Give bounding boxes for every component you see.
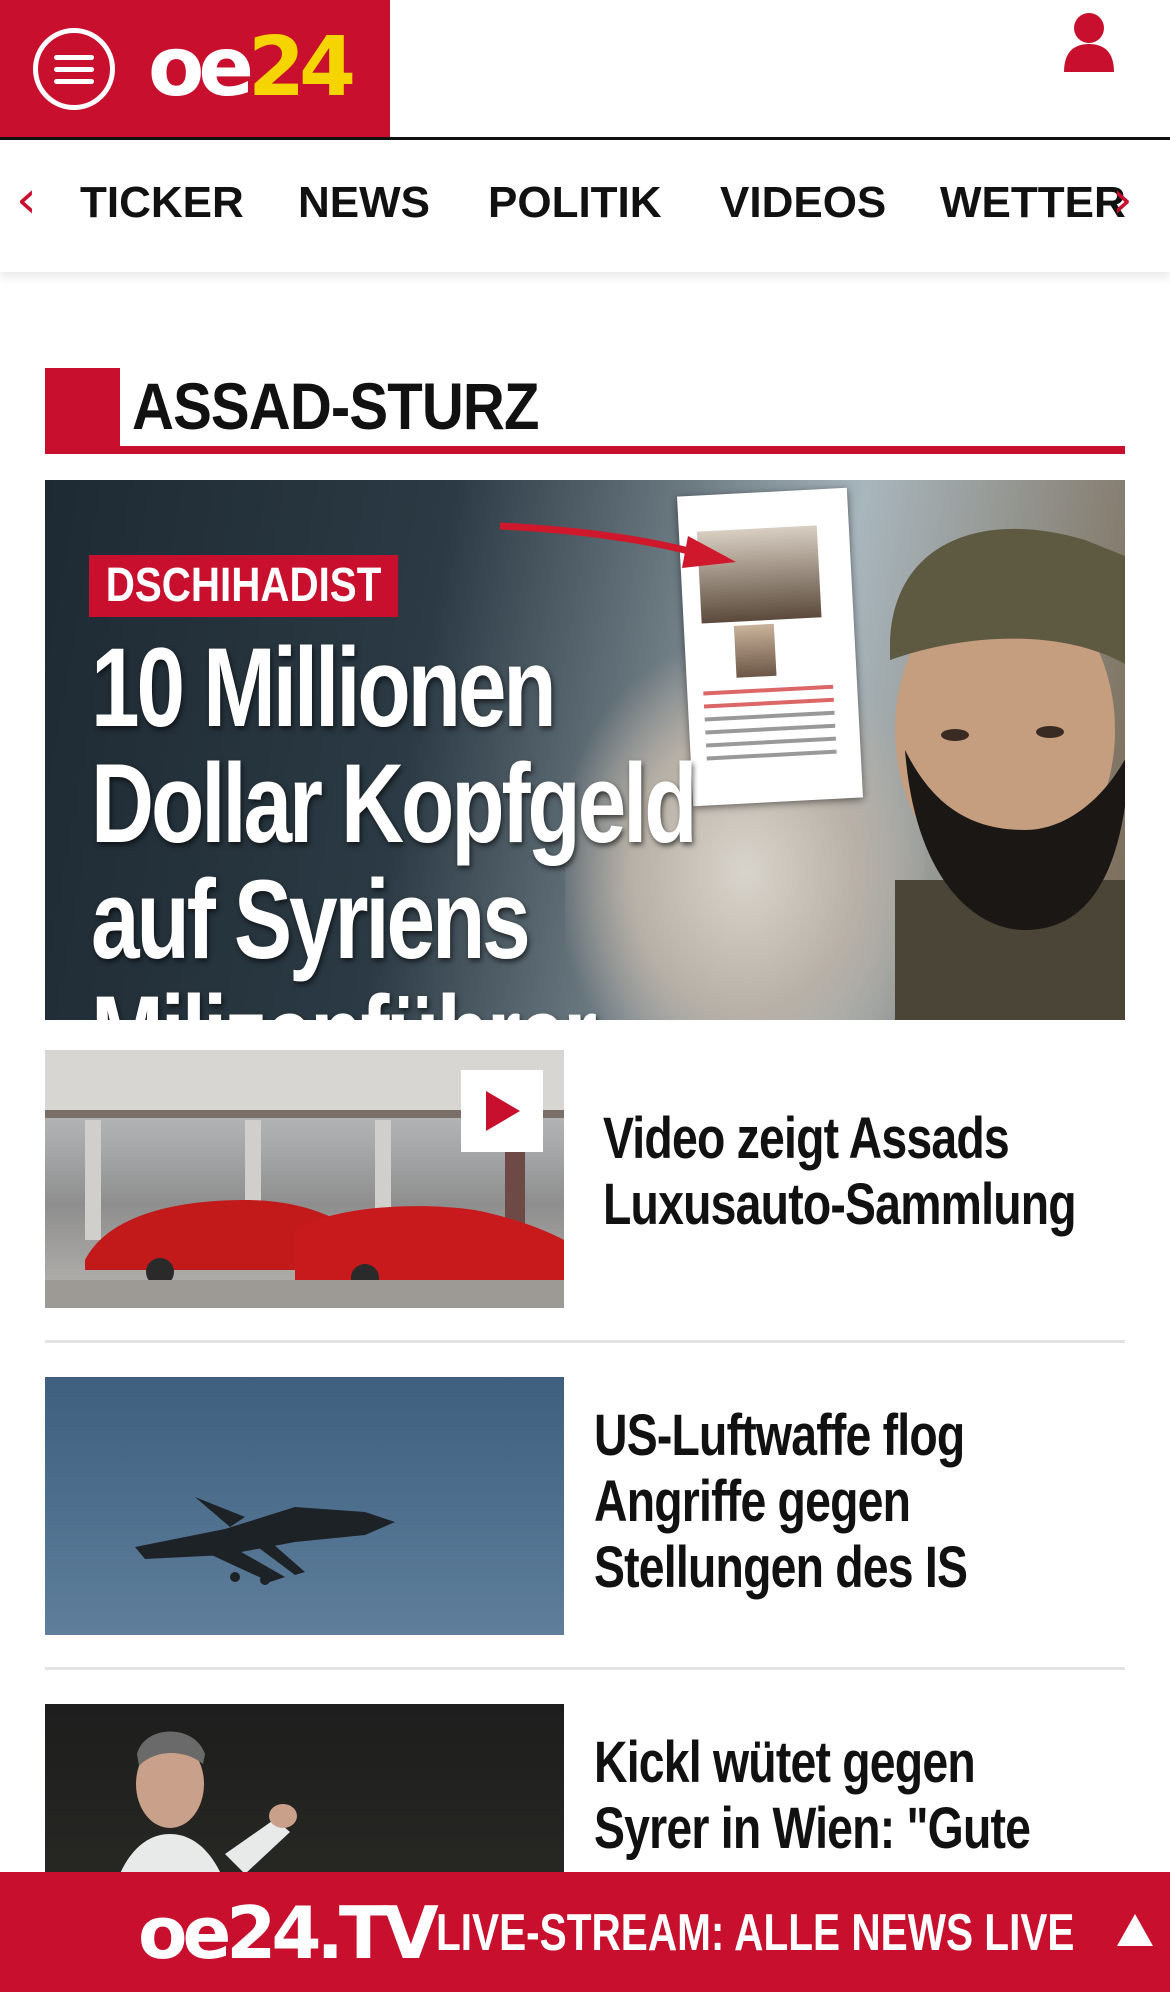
article-thumbnail[interactable]	[45, 1050, 564, 1308]
section-underline	[45, 446, 1125, 454]
hero-kicker: DSCHIHADIST	[89, 555, 399, 617]
arrow-icon	[500, 522, 736, 568]
section-title[interactable]: ASSAD-STURZ	[132, 366, 539, 446]
live-stream-label[interactable]: LIVE-STREAM: ALLE NEWS LIVE	[436, 1900, 1074, 1966]
article-teaser[interactable]: US-Luftwaffe flog Angriffe gegen Stellun…	[45, 1377, 1125, 1635]
section-marker	[45, 368, 120, 452]
divider	[45, 1667, 1125, 1670]
hero-headline: 10 Millionen Dollar Kopfgeld auf Syriens…	[91, 625, 698, 1021]
chevron-left-icon[interactable]: ‹	[16, 170, 37, 230]
article-thumbnail[interactable]	[45, 1377, 564, 1635]
logo-box: oe24	[0, 0, 390, 137]
site-logo[interactable]: oe24	[148, 18, 356, 118]
article-headline[interactable]: Video zeigt Assads Luxusauto-Sammlung	[603, 1106, 1099, 1238]
expand-up-icon[interactable]	[1115, 1912, 1155, 1948]
main-nav: ‹ TICKER NEWS POLITIK VIDEOS WETTER ›	[0, 140, 1170, 272]
article-headline[interactable]: Kickl wütet gegen Syrer in Wien: "Gute	[594, 1730, 1090, 1862]
live-stream-bar[interactable]: oe24.TV LIVE-STREAM: ALLE NEWS LIVE	[0, 1872, 1170, 1992]
nav-item-videos[interactable]: VIDEOS	[720, 178, 886, 228]
menu-icon[interactable]	[33, 28, 115, 110]
nav-item-ticker[interactable]: TICKER	[80, 178, 244, 228]
chevron-right-icon[interactable]: ›	[1112, 170, 1133, 230]
jet-image	[135, 1497, 395, 1585]
nav-item-politik[interactable]: POLITIK	[488, 178, 662, 228]
tv-logo: oe24.TV	[138, 1891, 439, 1975]
article-headline[interactable]: US-Luftwaffe flog Angriffe gegen Stellun…	[594, 1403, 1090, 1601]
nav-item-wetter[interactable]: WETTER	[940, 178, 1126, 228]
play-icon[interactable]	[461, 1070, 543, 1152]
user-icon[interactable]	[1062, 12, 1116, 72]
site-header: oe24	[0, 0, 1170, 140]
article-teaser[interactable]: Video zeigt Assads Luxusauto-Sammlung	[45, 1050, 1125, 1308]
nav-item-news[interactable]: NEWS	[298, 178, 430, 228]
divider	[45, 1340, 1125, 1343]
hero-teaser[interactable]: DSCHIHADIST 10 Millionen Dollar Kopfgeld…	[45, 480, 1125, 1020]
